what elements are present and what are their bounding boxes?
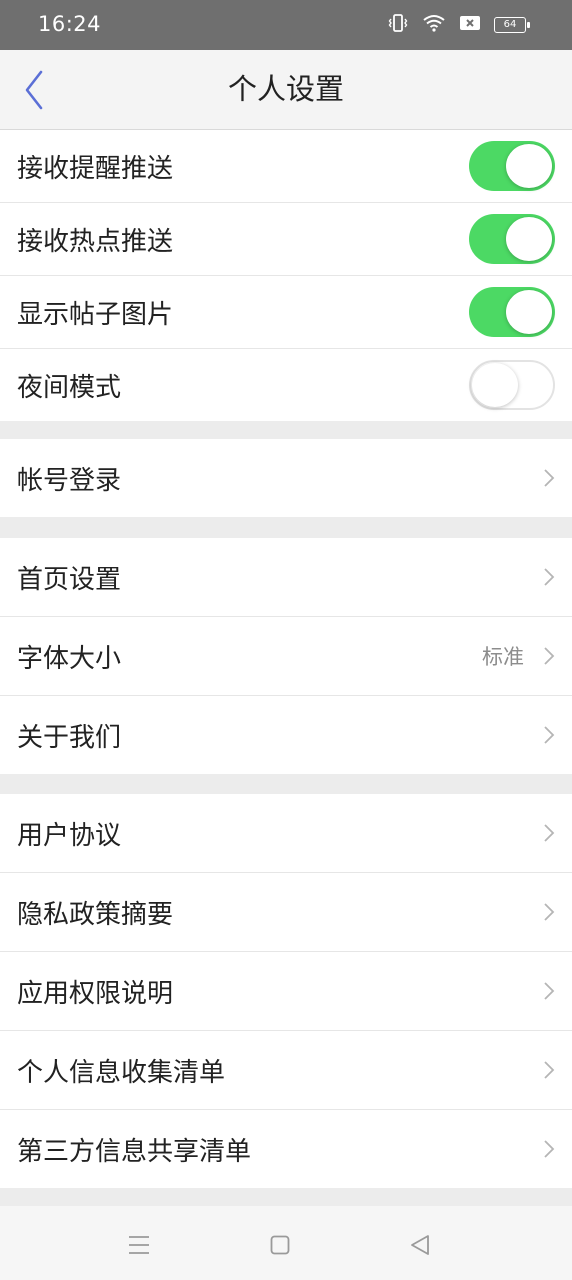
chevron-right-icon [544,568,555,586]
toggle-row-hot-push: 接收热点推送 [0,203,572,276]
chevron-right-icon [544,647,555,665]
wifi-icon [422,14,446,36]
hot-push-toggle[interactable] [469,214,555,264]
toggle-label: 接收热点推送 [17,226,174,257]
general-section: 首页设置 字体大小 标准 关于我们 [0,538,572,774]
third-party-label: 第三方信息共享清单 [17,1136,252,1167]
toggle-row-night-mode: 夜间模式 [0,349,572,421]
toggle-knob [506,144,552,188]
home-settings-row[interactable]: 首页设置 [0,538,572,617]
font-size-label: 字体大小 [17,643,122,674]
toggle-label: 接收提醒推送 [17,153,174,184]
battery-icon: 64 [494,17,530,33]
user-agreement-row[interactable]: 用户协议 [0,794,572,873]
chevron-right-icon [544,824,555,842]
home-button[interactable] [265,1230,295,1260]
chevron-right-icon [544,726,555,744]
chevron-right-icon [544,1140,555,1158]
vibrate-icon [388,14,408,36]
sim-disabled-icon [460,15,480,35]
toggle-label: 夜间模式 [17,372,122,403]
chevron-right-icon [544,903,555,921]
chevron-right-icon [544,1061,555,1079]
toggle-knob [506,217,552,261]
status-time: 16:24 [38,12,102,36]
font-size-row[interactable]: 字体大小 标准 [0,617,572,696]
status-bar: 16:24 64 [0,0,572,50]
third-party-row[interactable]: 第三方信息共享清单 [0,1110,572,1188]
account-login-row[interactable]: 帐号登录 [0,439,572,517]
user-agreement-label: 用户协议 [17,820,122,851]
personal-info-row[interactable]: 个人信息收集清单 [0,1031,572,1110]
legal-section: 用户协议 隐私政策摘要 应用权限说明 个人信息收集清单 第三方信息共享清单 [0,794,572,1188]
home-settings-label: 首页设置 [17,564,122,595]
menu-button[interactable] [124,1230,154,1260]
toggle-row-reminder-push: 接收提醒推送 [0,130,572,203]
about-us-label: 关于我们 [17,722,122,753]
account-section: 帐号登录 [0,439,572,517]
permissions-label: 应用权限说明 [17,978,174,1009]
back-icon [411,1235,429,1255]
about-us-row[interactable]: 关于我们 [0,696,572,774]
toggle-knob [506,290,552,334]
menu-icon [129,1236,149,1254]
personal-info-label: 个人信息收集清单 [17,1057,226,1088]
toggle-section: 接收提醒推送 接收热点推送 显示帖子图片 夜间模式 [0,130,572,421]
night-mode-toggle[interactable] [469,360,555,410]
font-size-value: 标准 [482,645,524,669]
status-icons: 64 [388,14,530,36]
permissions-row[interactable]: 应用权限说明 [0,952,572,1031]
system-nav-bar [0,1206,572,1280]
privacy-summary-row[interactable]: 隐私政策摘要 [0,873,572,952]
show-images-toggle[interactable] [469,287,555,337]
account-login-label: 帐号登录 [17,465,122,496]
chevron-right-icon [544,982,555,1000]
toggle-row-show-images: 显示帖子图片 [0,276,572,349]
chevron-right-icon [544,469,555,487]
page-title: 个人设置 [227,72,344,106]
header-bar: 个人设置 [0,50,572,130]
home-icon [270,1235,290,1255]
reminder-push-toggle[interactable] [469,141,555,191]
toggle-label: 显示帖子图片 [17,299,174,330]
privacy-summary-label: 隐私政策摘要 [17,899,174,930]
toggle-knob [472,363,518,407]
system-back-button[interactable] [405,1230,435,1260]
